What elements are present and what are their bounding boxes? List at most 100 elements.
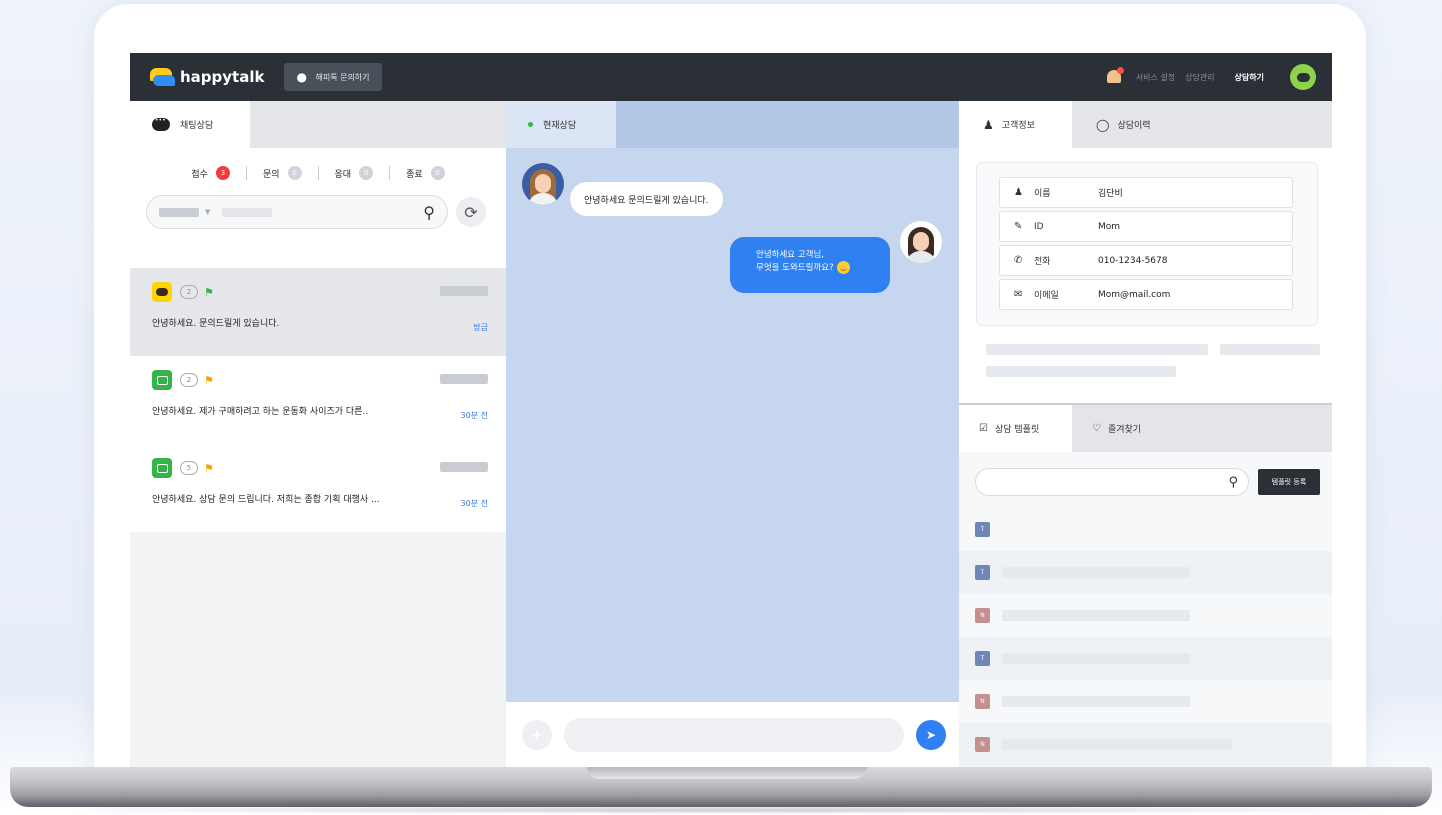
message-count-icon: 2 — [180, 285, 198, 299]
template-search-input[interactable]: ⚲ — [975, 468, 1249, 496]
template-badge: N — [975, 737, 990, 752]
template-register-button[interactable]: 템플릿 등록 — [1258, 469, 1320, 495]
info-value: 010-1234-5678 — [1098, 255, 1168, 266]
message-composer: + ➤ — [506, 702, 959, 767]
user-avatar-icon[interactable] — [1290, 64, 1316, 90]
template-item[interactable]: N — [959, 594, 1332, 637]
template-item[interactable]: T — [959, 637, 1332, 680]
notification-bell-icon[interactable] — [1106, 67, 1124, 86]
help-inquiry-button[interactable]: ● 해피톡 문의하기 — [284, 63, 382, 91]
placeholder-bar — [1002, 653, 1190, 664]
online-dot-icon — [528, 122, 533, 127]
template-tabbar: ☑ 상담 템플릿 ♡ 즐겨찾기 — [959, 405, 1332, 452]
template-area: ⚲ 템플릿 등록 T T N T N N — [959, 452, 1332, 767]
send-icon[interactable]: ➤ — [916, 719, 946, 750]
message-count-icon: 5 — [180, 461, 198, 475]
kakao-channel-icon — [152, 282, 172, 302]
customer-info-area: ♟ 이름 김단비 ✎ ID Mom ✆ 전화 010-1234-5678 ✉ 이… — [959, 148, 1332, 403]
status-filter-received[interactable]: 접수 3 — [191, 166, 230, 180]
conversation-item[interactable]: 2 ⚑ 안녕하세요. 제가 구매하려고 하는 운동화 사이즈가 다른.. 30분… — [130, 356, 506, 444]
placeholder-bar — [986, 366, 1176, 377]
status-filter-closed[interactable]: 종료 0 — [406, 166, 445, 180]
conversation-time: 방금 — [473, 323, 488, 332]
template-item[interactable]: N — [959, 680, 1332, 723]
left-tabbar: 채팅상담 — [130, 101, 506, 148]
top-bar: happytalk ● 해피톡 문의하기 서비스 설정 상담관리 상담하기 — [130, 53, 1332, 101]
tab-customer-info-label: 고객정보 — [1001, 121, 1035, 131]
info-row-id: ✎ ID Mom — [999, 211, 1293, 242]
status-label: 응대 — [334, 169, 352, 180]
talk-channel-icon — [152, 370, 172, 390]
right-tabbar: ♟ 고객정보 ◯ 상담이력 — [959, 101, 1332, 148]
template-item[interactable]: N — [959, 723, 1332, 766]
status-filter-inquiry[interactable]: 문의 0 — [263, 166, 302, 180]
conversation-item[interactable]: 2 ⚑ 안녕하세요. 문의드릴게 있습니다. 방금 — [130, 268, 506, 356]
conversation-icons: 2 ⚑ — [152, 282, 488, 302]
tab-chat-consult[interactable]: 채팅상담 — [130, 101, 250, 148]
help-inquiry-label: 해피톡 문의하기 — [315, 72, 370, 82]
conversation-item[interactable]: 5 ⚑ 안녕하세요. 상담 문의 드립니다. 저희는 종합 기획 대행사 ...… — [130, 444, 506, 532]
flag-icon[interactable]: ⚑ — [204, 374, 214, 387]
person-icon: ♟ — [983, 117, 994, 132]
conversation-preview: 안녕하세요. 문의드릴게 있습니다. — [152, 319, 280, 329]
phone-icon: ✆ — [1014, 255, 1023, 266]
logo[interactable]: happytalk — [150, 68, 264, 86]
info-row-name: ♟ 이름 김단비 — [999, 177, 1293, 208]
consult-management-link[interactable]: 상담관리 — [1185, 72, 1214, 83]
service-settings-link[interactable]: 서비스 설정 — [1136, 72, 1175, 83]
status-label: 종료 — [406, 169, 423, 180]
mail-icon: ✉ — [1014, 289, 1023, 300]
conversation-panel: 채팅상담 접수 3 문의 0 응대 0 — [130, 101, 506, 767]
talk-channel-icon — [152, 458, 172, 478]
template-item[interactable]: T — [959, 508, 1332, 551]
customer-panel: ♟ 고객정보 ◯ 상담이력 ♟ 이름 김단비 ✎ ID Mom ✆ 전화 010… — [959, 101, 1332, 767]
status-filter-responding[interactable]: 응대 0 — [335, 166, 374, 180]
conversation-preview: 안녕하세요. 제가 구매하려고 하는 운동화 사이즈가 다른.. — [152, 407, 369, 417]
status-count-badge: 0 — [359, 166, 374, 180]
tab-consult-history[interactable]: ◯ 상담이력 — [1072, 101, 1185, 148]
conversation-time: 30분 전 — [460, 411, 488, 420]
customer-message-bubble: 안녕하세요 문의드릴게 있습니다. — [570, 182, 723, 216]
filter-area: 접수 3 문의 0 응대 0 종료 0 ▼ ⚲ ⟳ — [130, 148, 506, 268]
attach-plus-icon[interactable]: + — [522, 719, 552, 750]
divider — [389, 166, 391, 180]
laptop-notch — [587, 767, 867, 779]
template-badge: T — [975, 522, 990, 537]
agent-message-line1: 안녕하세요 고객님, — [756, 250, 824, 260]
agent-message-line2-wrap: 무엇을 도와드릴까요? — [756, 261, 876, 274]
conversation-time: 30분 전 — [460, 499, 488, 508]
info-key: 이메일 — [1034, 291, 1059, 301]
status-label: 접수 — [191, 169, 208, 180]
tab-chat-consult-label: 채팅상담 — [180, 121, 214, 131]
search-icon[interactable]: ⚲ — [423, 203, 435, 222]
placeholder-bar — [1002, 739, 1232, 750]
search-filter-select[interactable] — [159, 207, 199, 217]
divider — [245, 166, 247, 180]
refresh-icon[interactable]: ⟳ — [456, 197, 486, 227]
tab-favorites-label: 즐겨찾기 — [1107, 425, 1142, 435]
flag-icon[interactable]: ⚑ — [204, 462, 214, 475]
tab-current-consult[interactable]: 현재상담 — [506, 101, 616, 148]
conversation-search-input[interactable]: ▼ ⚲ — [146, 195, 448, 229]
chat-tabbar: 현재상담 — [506, 101, 959, 148]
tab-consult-template[interactable]: ☑ 상담 템플릿 — [959, 405, 1072, 452]
tab-customer-info[interactable]: ♟ 고객정보 — [959, 101, 1072, 148]
template-badge: T — [975, 651, 990, 666]
placeholder-bar — [1002, 610, 1190, 621]
status-filter-row: 접수 3 문의 0 응대 0 종료 0 — [130, 148, 506, 180]
info-value: Mom — [1098, 221, 1121, 232]
history-icon: ◯ — [1096, 117, 1110, 132]
template-badge: T — [975, 565, 990, 580]
search-icon[interactable]: ⚲ — [1228, 475, 1238, 490]
consult-link[interactable]: 상담하기 — [1235, 72, 1264, 83]
agent-message-bubble: 안녕하세요 고객님, 무엇을 도와드릴까요? — [730, 237, 890, 293]
template-item[interactable]: T — [959, 551, 1332, 594]
template-badge: N — [975, 608, 990, 623]
status-count-badge: 3 — [215, 166, 230, 180]
status-count-badge: 0 — [430, 166, 445, 180]
flag-icon[interactable]: ⚑ — [204, 286, 214, 299]
happytalk-logo-icon — [150, 68, 175, 86]
info-row-phone: ✆ 전화 010-1234-5678 — [999, 245, 1293, 276]
tab-favorites[interactable]: ♡ 즐겨찾기 — [1072, 405, 1185, 452]
message-input[interactable] — [564, 717, 904, 752]
